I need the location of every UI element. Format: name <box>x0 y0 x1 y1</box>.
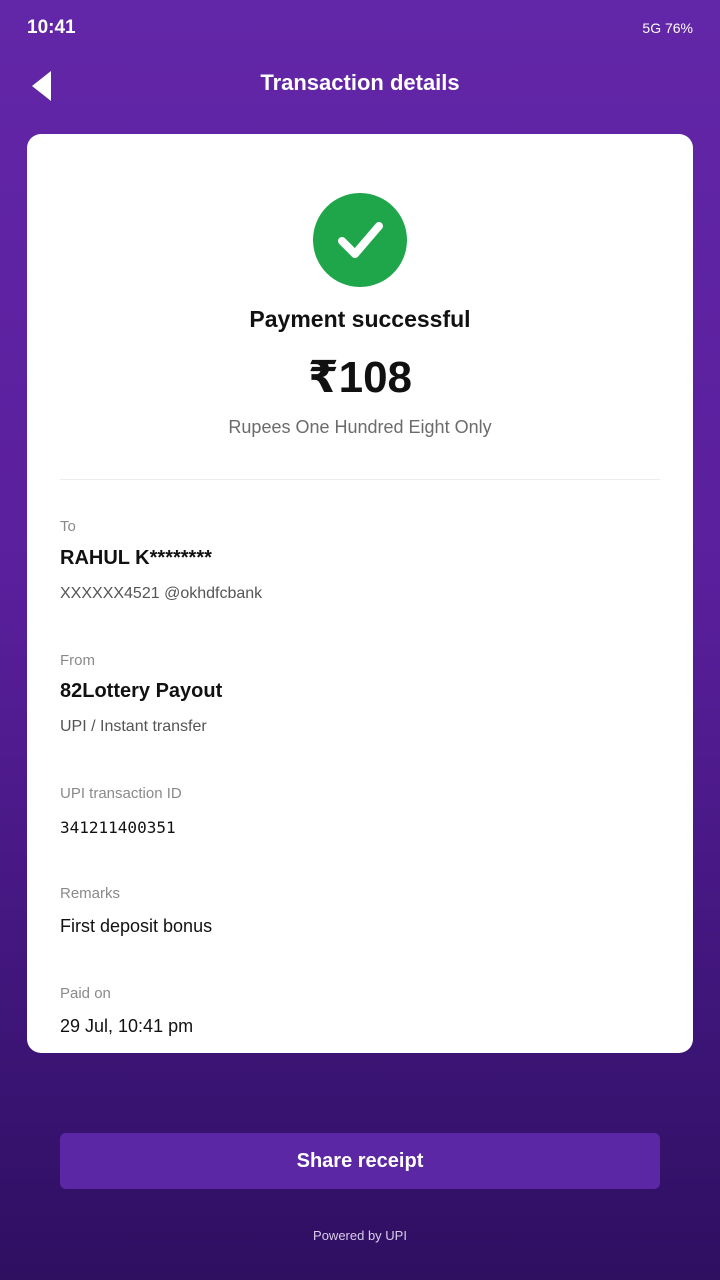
to-label: To <box>60 518 76 535</box>
divider <box>60 479 660 480</box>
check-circle-icon <box>313 193 407 287</box>
transfer-method: UPI / Instant transfer <box>60 718 207 735</box>
sender-name: 82Lottery Payout <box>60 680 223 702</box>
remarks-value: First deposit bonus <box>60 916 213 936</box>
share-receipt-button[interactable]: Share receipt <box>60 1133 660 1189</box>
header: Transaction details <box>0 56 720 112</box>
checkmark-icon <box>338 222 383 258</box>
status-bar: 10:41 5G 76% <box>0 0 720 56</box>
status-indicators: 5G 76% <box>642 20 693 36</box>
recipient-name: RAHUL K******** <box>60 547 212 569</box>
powered-by-text: Powered by UPI <box>313 1228 407 1243</box>
transaction-card: Payment successful ₹108 Rupees One Hundr… <box>27 134 693 1053</box>
paid-on-value: 29 Jul, 10:41 pm <box>60 1016 194 1036</box>
payment-status: Payment successful <box>249 306 471 332</box>
remarks-label: Remarks <box>60 885 121 902</box>
amount-in-words: Rupees One Hundred Eight Only <box>228 417 492 437</box>
payment-amount: ₹108 <box>307 353 413 402</box>
from-label: From <box>60 652 95 669</box>
status-time: 10:41 <box>27 17 76 38</box>
txn-id-label: UPI transaction ID <box>60 785 182 802</box>
recipient-upi-id: XXXXXX4521 @okhdfcbank <box>60 585 263 602</box>
page-title: Transaction details <box>260 70 460 95</box>
paid-on-label: Paid on <box>60 985 111 1002</box>
txn-id-value: 341211400351 <box>60 818 176 837</box>
